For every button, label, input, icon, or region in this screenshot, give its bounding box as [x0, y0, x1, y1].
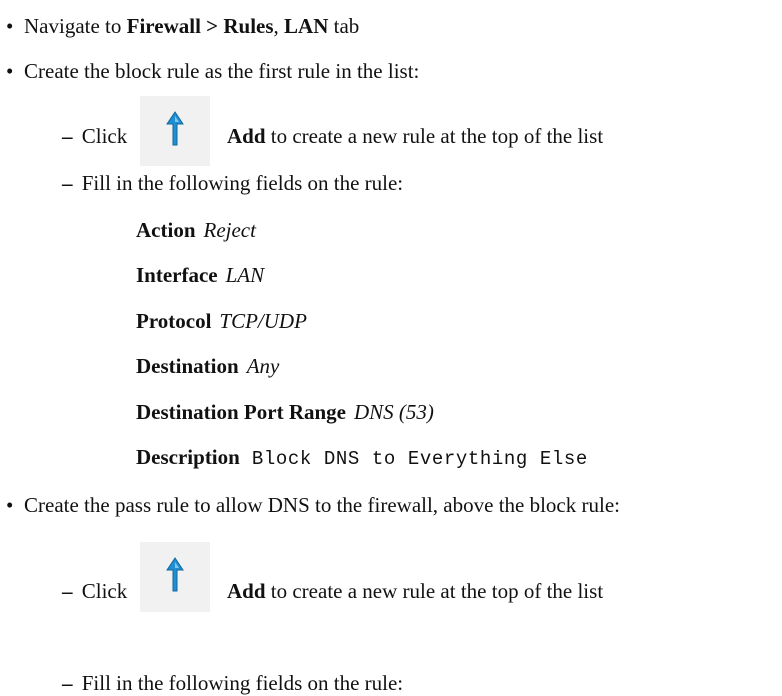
field-value: TCP/UDP [219, 309, 307, 333]
separator: , [273, 14, 285, 38]
add-rule-top-icon[interactable] [140, 96, 210, 166]
dash: – [62, 671, 73, 695]
field-row: Destination Any [136, 353, 279, 379]
field-value: Any [246, 354, 280, 378]
field-label: Protocol [136, 309, 212, 333]
step-text: Create the pass rule to allow DNS to the… [24, 493, 620, 517]
field-label: Action [136, 218, 196, 242]
navigate-prefix: Navigate to [24, 14, 127, 38]
tab-name: LAN [284, 14, 329, 38]
add-description: to create a new rule at the top of the l… [265, 124, 604, 148]
add-label: Add [227, 579, 266, 603]
field-label: Destination Port Range [136, 400, 346, 424]
dash: – [62, 124, 73, 148]
fill-text: Fill in the following fields on the rule… [81, 171, 404, 195]
fill-text: Fill in the following fields on the rule… [81, 671, 404, 695]
step-text: Create the block rule as the first rule … [24, 59, 420, 83]
field-value: Reject [203, 218, 256, 242]
add-label: Add [227, 124, 266, 148]
field-label: Description [136, 445, 240, 469]
add-description: to create a new rule at the top of the l… [265, 579, 604, 603]
bullet: • [6, 14, 14, 38]
up-arrow-icon [166, 111, 184, 146]
substep-fill-fields: – Fill in the following fields on the ru… [62, 670, 403, 696]
up-arrow-icon [166, 557, 184, 592]
instruction-document: • Navigate to Firewall > Rules, LAN tab … [0, 0, 782, 695]
field-row: Action Reject [136, 217, 256, 243]
field-row: Protocol TCP/UDP [136, 308, 307, 334]
field-value: DNS (53) [353, 400, 434, 424]
dash: – [62, 579, 73, 603]
bullet: • [6, 59, 14, 83]
field-row: Description Block DNS to Everything Else [136, 444, 588, 470]
substep-fill-fields: – Fill in the following fields on the ru… [62, 170, 403, 196]
click-label: Click [81, 124, 128, 148]
click-label: Click [81, 579, 128, 603]
add-rule-top-icon[interactable] [140, 542, 210, 612]
field-value: LAN [225, 263, 265, 287]
navigate-suffix: tab [328, 14, 360, 38]
field-row: Destination Port Range DNS (53) [136, 399, 434, 425]
dash: – [62, 171, 73, 195]
field-label: Interface [136, 263, 218, 287]
bullet: • [6, 493, 14, 517]
field-value: Block DNS to Everything Else [251, 448, 588, 470]
field-label: Destination [136, 354, 239, 378]
field-row: Interface LAN [136, 262, 264, 288]
menu-path: Firewall > Rules [126, 14, 274, 38]
